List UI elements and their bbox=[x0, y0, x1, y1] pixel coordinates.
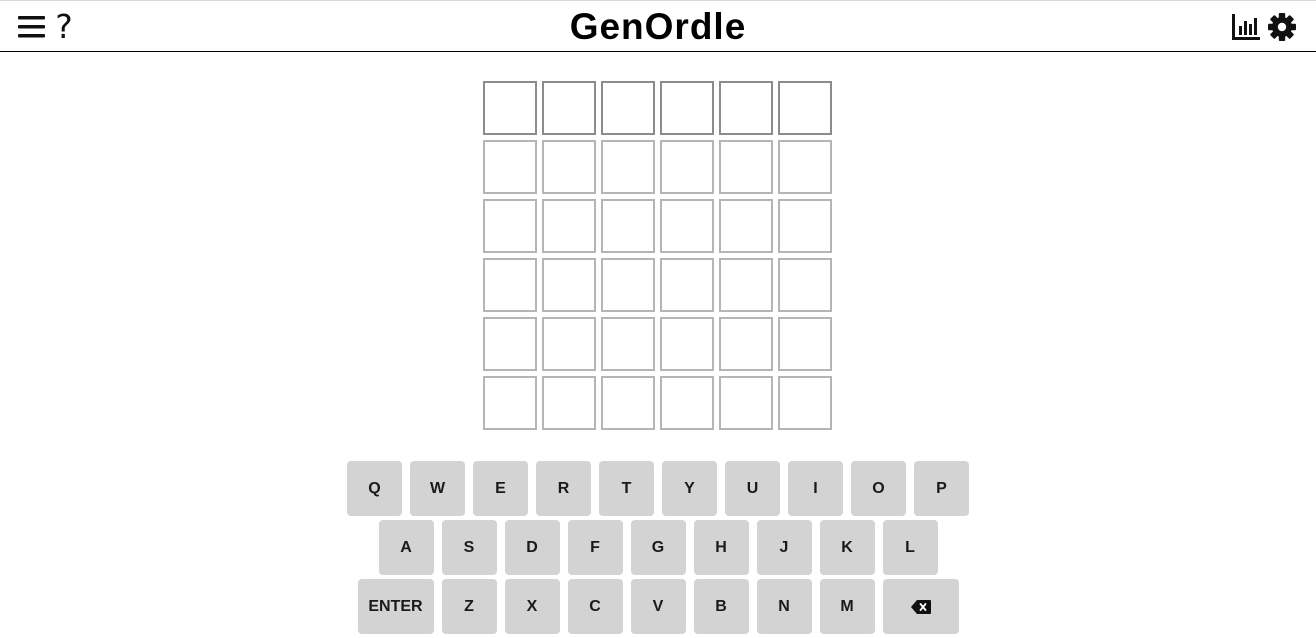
board-tile bbox=[601, 81, 655, 135]
header-right-controls bbox=[1230, 11, 1298, 43]
board-tile bbox=[719, 81, 773, 135]
board-tile bbox=[778, 376, 832, 430]
key-n[interactable]: N bbox=[756, 579, 812, 634]
board-tile bbox=[660, 199, 714, 253]
enter-key[interactable]: ENTER bbox=[357, 579, 434, 634]
board-tile bbox=[542, 317, 596, 371]
board-tile bbox=[778, 81, 832, 135]
page-title: GenOrdle bbox=[569, 6, 747, 47]
board-tile bbox=[542, 81, 596, 135]
board-tile bbox=[778, 140, 832, 194]
game-board bbox=[483, 81, 832, 435]
key-j[interactable]: J bbox=[756, 520, 812, 575]
keyboard-row-2: A S D F G H J K L bbox=[0, 520, 1316, 575]
board-tile bbox=[660, 140, 714, 194]
key-y[interactable]: Y bbox=[662, 461, 717, 516]
bar-chart-icon bbox=[1232, 14, 1260, 40]
board-tile bbox=[601, 376, 655, 430]
key-w[interactable]: W bbox=[410, 461, 465, 516]
key-x[interactable]: X bbox=[504, 579, 560, 634]
keyboard-row-3: ENTER Z X C V B N M bbox=[0, 579, 1316, 634]
board-tile bbox=[719, 376, 773, 430]
key-o[interactable]: O bbox=[851, 461, 906, 516]
stats-button[interactable] bbox=[1230, 11, 1262, 43]
board-tile bbox=[778, 199, 832, 253]
settings-button[interactable] bbox=[1266, 11, 1298, 43]
keyboard-row-1: Q W E R T Y U I O P bbox=[0, 461, 1316, 516]
board-tile bbox=[719, 258, 773, 312]
key-k[interactable]: K bbox=[819, 520, 875, 575]
board-tile bbox=[483, 140, 537, 194]
board-row-5 bbox=[483, 317, 832, 371]
key-d[interactable]: D bbox=[504, 520, 560, 575]
board-tile bbox=[660, 317, 714, 371]
key-c[interactable]: C bbox=[567, 579, 623, 634]
board-row-3 bbox=[483, 199, 832, 253]
board-row-6 bbox=[483, 376, 832, 430]
board-tile bbox=[542, 199, 596, 253]
key-p[interactable]: P bbox=[914, 461, 969, 516]
key-s[interactable]: S bbox=[441, 520, 497, 575]
board-tile bbox=[660, 376, 714, 430]
key-g[interactable]: G bbox=[630, 520, 686, 575]
gear-icon bbox=[1268, 13, 1296, 41]
board-tile bbox=[542, 376, 596, 430]
board-tile bbox=[778, 317, 832, 371]
board-row-1 bbox=[483, 81, 832, 135]
backspace-icon bbox=[910, 599, 931, 614]
key-m[interactable]: M bbox=[819, 579, 875, 634]
key-r[interactable]: R bbox=[536, 461, 591, 516]
board-tile bbox=[483, 258, 537, 312]
board-tile bbox=[483, 81, 537, 135]
board-tile bbox=[542, 140, 596, 194]
key-z[interactable]: Z bbox=[441, 579, 497, 634]
key-t[interactable]: T bbox=[599, 461, 654, 516]
board-tile bbox=[660, 81, 714, 135]
board-tile bbox=[719, 317, 773, 371]
board-row-4 bbox=[483, 258, 832, 312]
key-i[interactable]: I bbox=[788, 461, 843, 516]
board-tile bbox=[601, 140, 655, 194]
key-b[interactable]: B bbox=[693, 579, 749, 634]
board-row-2 bbox=[483, 140, 832, 194]
backspace-key[interactable] bbox=[882, 579, 959, 634]
key-f[interactable]: F bbox=[567, 520, 623, 575]
board-tile bbox=[778, 258, 832, 312]
board-tile bbox=[483, 199, 537, 253]
key-e[interactable]: E bbox=[473, 461, 528, 516]
key-a[interactable]: A bbox=[378, 520, 434, 575]
board-tile bbox=[601, 317, 655, 371]
key-l[interactable]: L bbox=[882, 520, 938, 575]
board-tile bbox=[542, 258, 596, 312]
board-tile bbox=[483, 376, 537, 430]
app-header: ? GenOrdle bbox=[0, 0, 1316, 52]
key-u[interactable]: U bbox=[725, 461, 780, 516]
board-tile bbox=[719, 199, 773, 253]
board-tile bbox=[601, 199, 655, 253]
board-tile bbox=[601, 258, 655, 312]
board-tile bbox=[719, 140, 773, 194]
board-tile bbox=[660, 258, 714, 312]
board-tile bbox=[483, 317, 537, 371]
key-q[interactable]: Q bbox=[347, 461, 402, 516]
key-v[interactable]: V bbox=[630, 579, 686, 634]
key-h[interactable]: H bbox=[693, 520, 749, 575]
